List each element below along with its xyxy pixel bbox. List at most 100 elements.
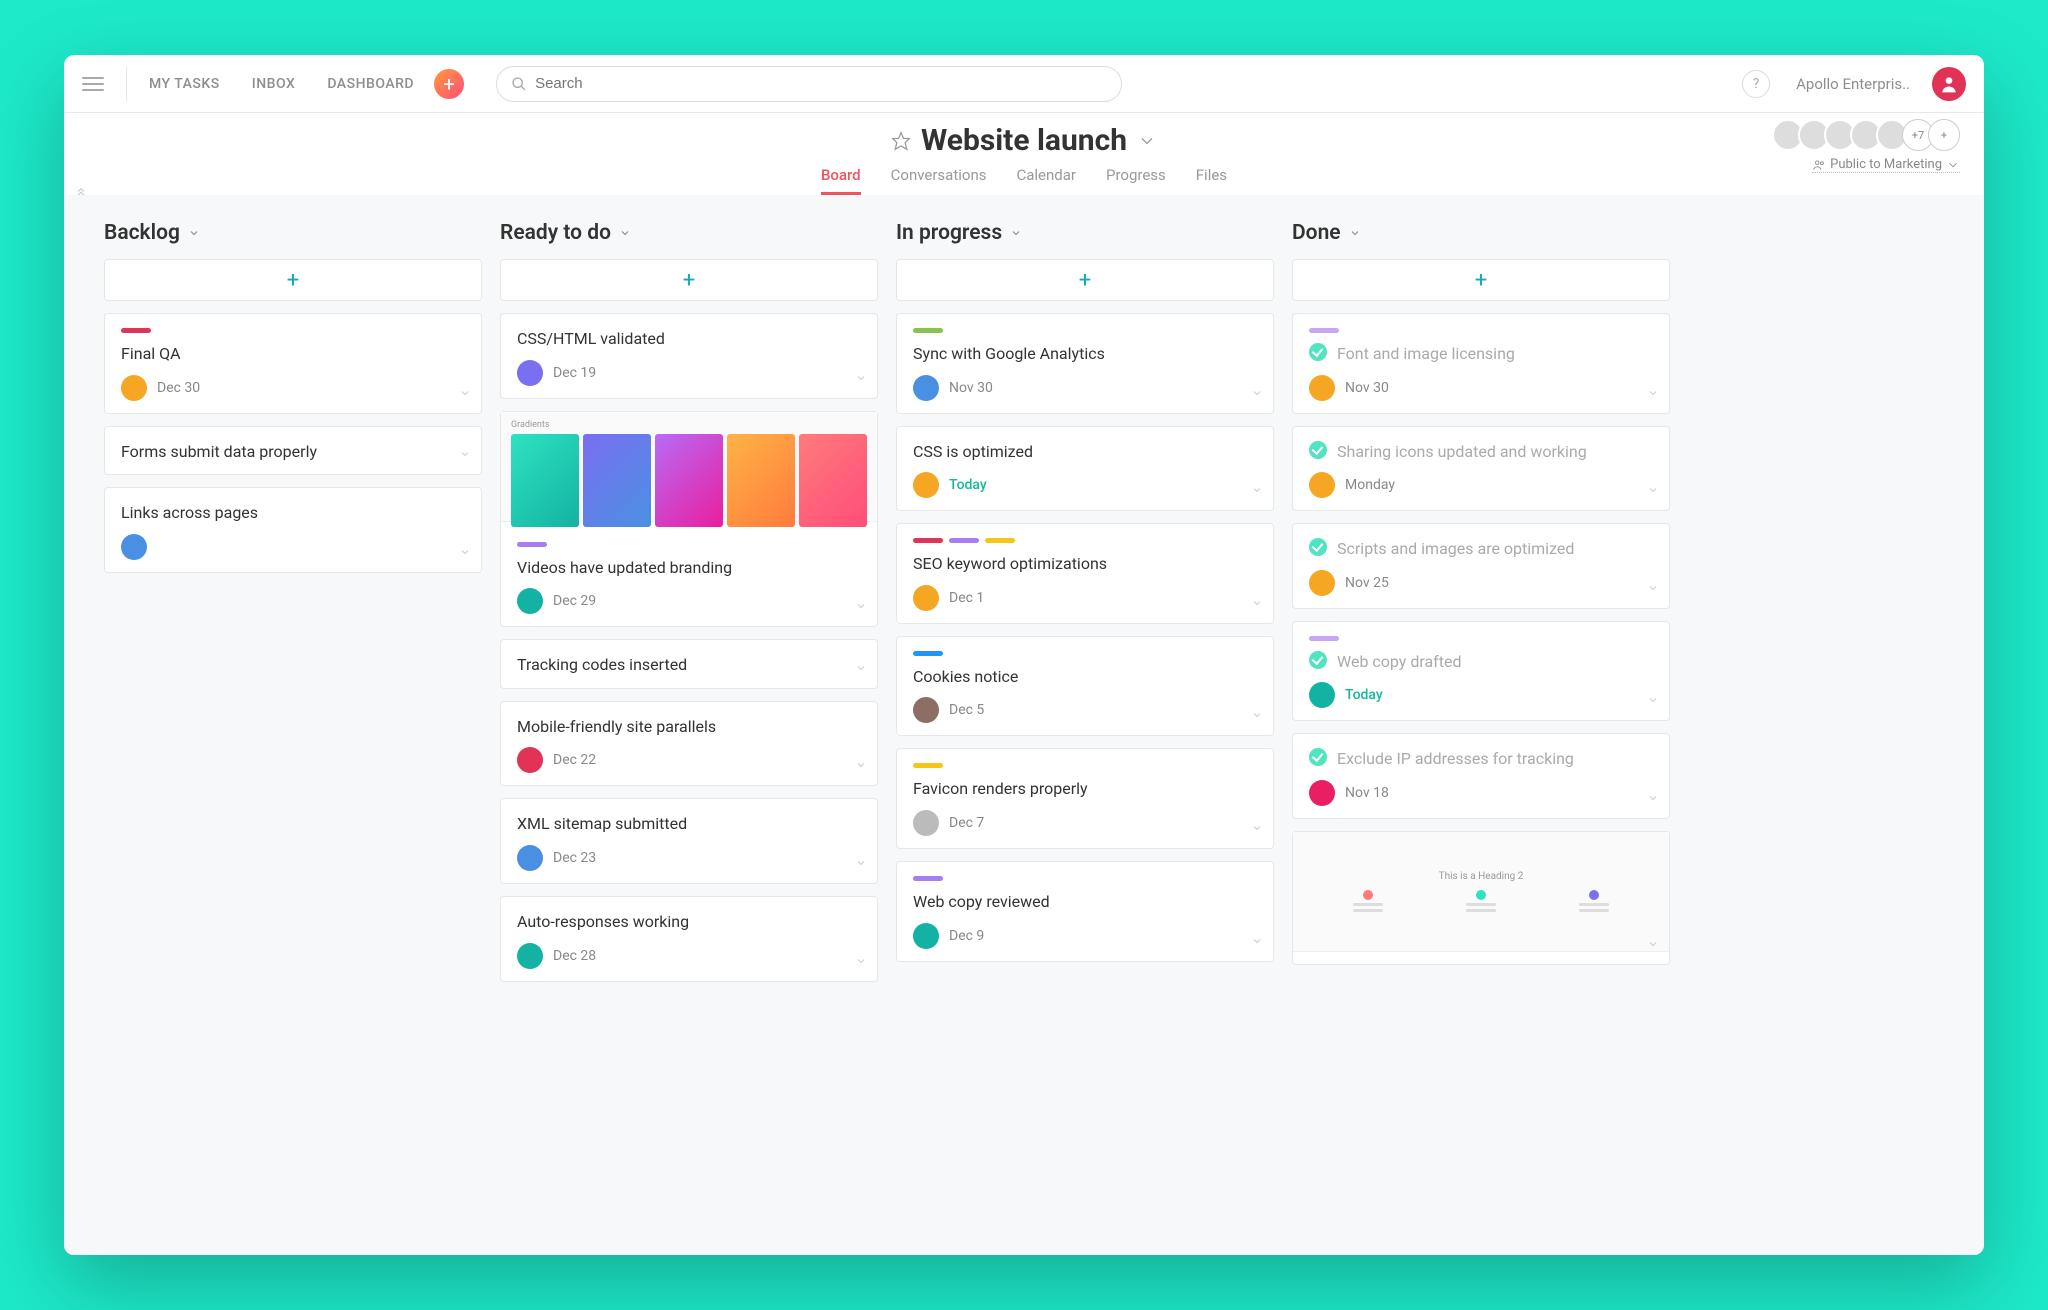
task-card[interactable]: Tracking codes inserted <box>500 639 878 689</box>
org-name[interactable]: Apollo Enterpris.. <box>1796 75 1910 93</box>
user-avatar[interactable] <box>1932 67 1966 101</box>
task-card[interactable]: SEO keyword optimizationsDec 1 <box>896 523 1274 624</box>
column-header[interactable]: Backlog <box>104 221 482 245</box>
task-card[interactable]: Web copy reviewedDec 9 <box>896 861 1274 962</box>
task-card[interactable]: Links across pages <box>104 487 482 573</box>
assignee-avatar[interactable] <box>517 588 543 614</box>
chevron-down-icon[interactable] <box>1137 131 1157 151</box>
assignee-avatar[interactable] <box>517 360 543 386</box>
task-card[interactable]: Scripts and images are optimizedNov 25 <box>1292 523 1670 609</box>
task-card[interactable]: Forms submit data properly <box>104 426 482 476</box>
task-card[interactable]: This is a Heading 2 <box>1292 831 1670 965</box>
assignee-avatar[interactable] <box>913 697 939 723</box>
card-tags <box>121 328 465 333</box>
chevron-down-icon[interactable] <box>1251 384 1263 403</box>
divider <box>126 67 127 101</box>
assignee-avatar[interactable] <box>121 534 147 560</box>
assignee-avatar[interactable] <box>913 810 939 836</box>
card-title: Favicon renders properly <box>913 778 1257 800</box>
chevron-down-icon[interactable] <box>855 952 867 971</box>
chevron-down-icon[interactable] <box>459 543 471 562</box>
expand-sidebar-icon[interactable] <box>74 183 88 202</box>
column-header[interactable]: In progress <box>896 221 1274 245</box>
card-tags <box>517 542 861 547</box>
card-title: Final QA <box>121 343 465 365</box>
assignee-avatar[interactable] <box>913 375 939 401</box>
star-icon[interactable] <box>891 131 911 151</box>
add-card-button[interactable]: + <box>896 259 1274 301</box>
add-card-button[interactable]: + <box>500 259 878 301</box>
menu-icon[interactable] <box>82 77 104 91</box>
add-collaborator-button[interactable]: + <box>1928 119 1960 151</box>
task-card[interactable]: Exclude IP addresses for trackingNov 18 <box>1292 733 1670 819</box>
assignee-avatar[interactable] <box>1309 472 1335 498</box>
task-card[interactable]: Sharing icons updated and workingMonday <box>1292 426 1670 512</box>
chevron-down-icon[interactable] <box>1251 819 1263 838</box>
assignee-avatar[interactable] <box>1309 375 1335 401</box>
chevron-down-icon[interactable] <box>1647 935 1659 954</box>
chevron-down-icon[interactable] <box>855 659 867 678</box>
task-card[interactable]: CSS/HTML validatedDec 19 <box>500 313 878 399</box>
task-card[interactable]: Cookies noticeDec 5 <box>896 636 1274 737</box>
due-date: Nov 18 <box>1345 785 1389 801</box>
assignee-avatar[interactable] <box>913 923 939 949</box>
project-tabs: Board Conversations Calendar Progress Fi… <box>821 166 1227 195</box>
assignee-avatar[interactable] <box>1309 780 1335 806</box>
task-card[interactable]: Font and image licensingNov 30 <box>1292 313 1670 414</box>
chevron-down-icon[interactable] <box>1647 579 1659 598</box>
task-card[interactable]: Sync with Google AnalyticsNov 30 <box>896 313 1274 414</box>
chevron-down-icon[interactable] <box>1251 481 1263 500</box>
due-date: Dec 7 <box>949 815 984 831</box>
task-card[interactable]: CSS is optimizedToday <box>896 426 1274 512</box>
tab-calendar[interactable]: Calendar <box>1016 166 1076 195</box>
chevron-down-icon[interactable] <box>855 369 867 388</box>
tag-pill <box>913 763 943 768</box>
chevron-down-icon[interactable] <box>1647 691 1659 710</box>
assignee-avatar[interactable] <box>913 585 939 611</box>
tab-progress[interactable]: Progress <box>1106 166 1166 195</box>
task-card[interactable]: Favicon renders properly Dec 7 <box>896 748 1274 849</box>
task-card[interactable]: Mobile-friendly site parallelsDec 22 <box>500 701 878 787</box>
tab-conversations[interactable]: Conversations <box>891 166 987 195</box>
column-header[interactable]: Ready to do <box>500 221 878 245</box>
search-input[interactable] <box>535 75 1107 92</box>
help-button[interactable]: ? <box>1742 70 1770 98</box>
task-card[interactable]: Auto-responses workingDec 28 <box>500 896 878 982</box>
task-card[interactable]: Gradients Videos have updated brandingDe… <box>500 411 878 628</box>
chevron-down-icon[interactable] <box>1647 481 1659 500</box>
task-card[interactable]: Web copy draftedToday <box>1292 621 1670 722</box>
assignee-avatar[interactable] <box>517 747 543 773</box>
assignee-avatar[interactable] <box>517 845 543 871</box>
nav-my-tasks[interactable]: MY TASKS <box>149 76 220 92</box>
chevron-down-icon[interactable] <box>1647 384 1659 403</box>
new-button[interactable]: + <box>434 69 464 99</box>
kanban-board[interactable]: Backlog + Final QADec 30 Forms submit data… <box>64 195 1984 1255</box>
card-footer: Dec 7 <box>913 810 1257 836</box>
people-icon <box>1812 158 1826 172</box>
assignee-avatar[interactable] <box>1309 682 1335 708</box>
task-card[interactable]: Final QADec 30 <box>104 313 482 414</box>
chevron-down-icon[interactable] <box>855 597 867 616</box>
chevron-down-icon[interactable] <box>855 756 867 775</box>
tab-board[interactable]: Board <box>821 166 861 195</box>
assignee-avatar[interactable] <box>1309 570 1335 596</box>
privacy-selector[interactable]: Public to Marketing <box>1812 157 1960 173</box>
chevron-down-icon[interactable] <box>459 384 471 403</box>
add-card-button[interactable]: + <box>1292 259 1670 301</box>
tab-files[interactable]: Files <box>1196 166 1227 195</box>
chevron-down-icon[interactable] <box>1251 594 1263 613</box>
assignee-avatar[interactable] <box>913 472 939 498</box>
chevron-down-icon[interactable] <box>1251 932 1263 951</box>
chevron-down-icon[interactable] <box>459 445 471 464</box>
nav-inbox[interactable]: INBOX <box>252 76 296 92</box>
add-card-button[interactable]: + <box>104 259 482 301</box>
task-card[interactable]: XML sitemap submittedDec 23 <box>500 798 878 884</box>
chevron-down-icon[interactable] <box>855 854 867 873</box>
nav-dashboard[interactable]: DASHBOARD <box>327 76 414 92</box>
assignee-avatar[interactable] <box>121 375 147 401</box>
assignee-avatar[interactable] <box>517 943 543 969</box>
chevron-down-icon[interactable] <box>1647 789 1659 808</box>
column-header[interactable]: Done <box>1292 221 1670 245</box>
chevron-down-icon[interactable] <box>1251 706 1263 725</box>
search-field[interactable] <box>496 66 1122 102</box>
